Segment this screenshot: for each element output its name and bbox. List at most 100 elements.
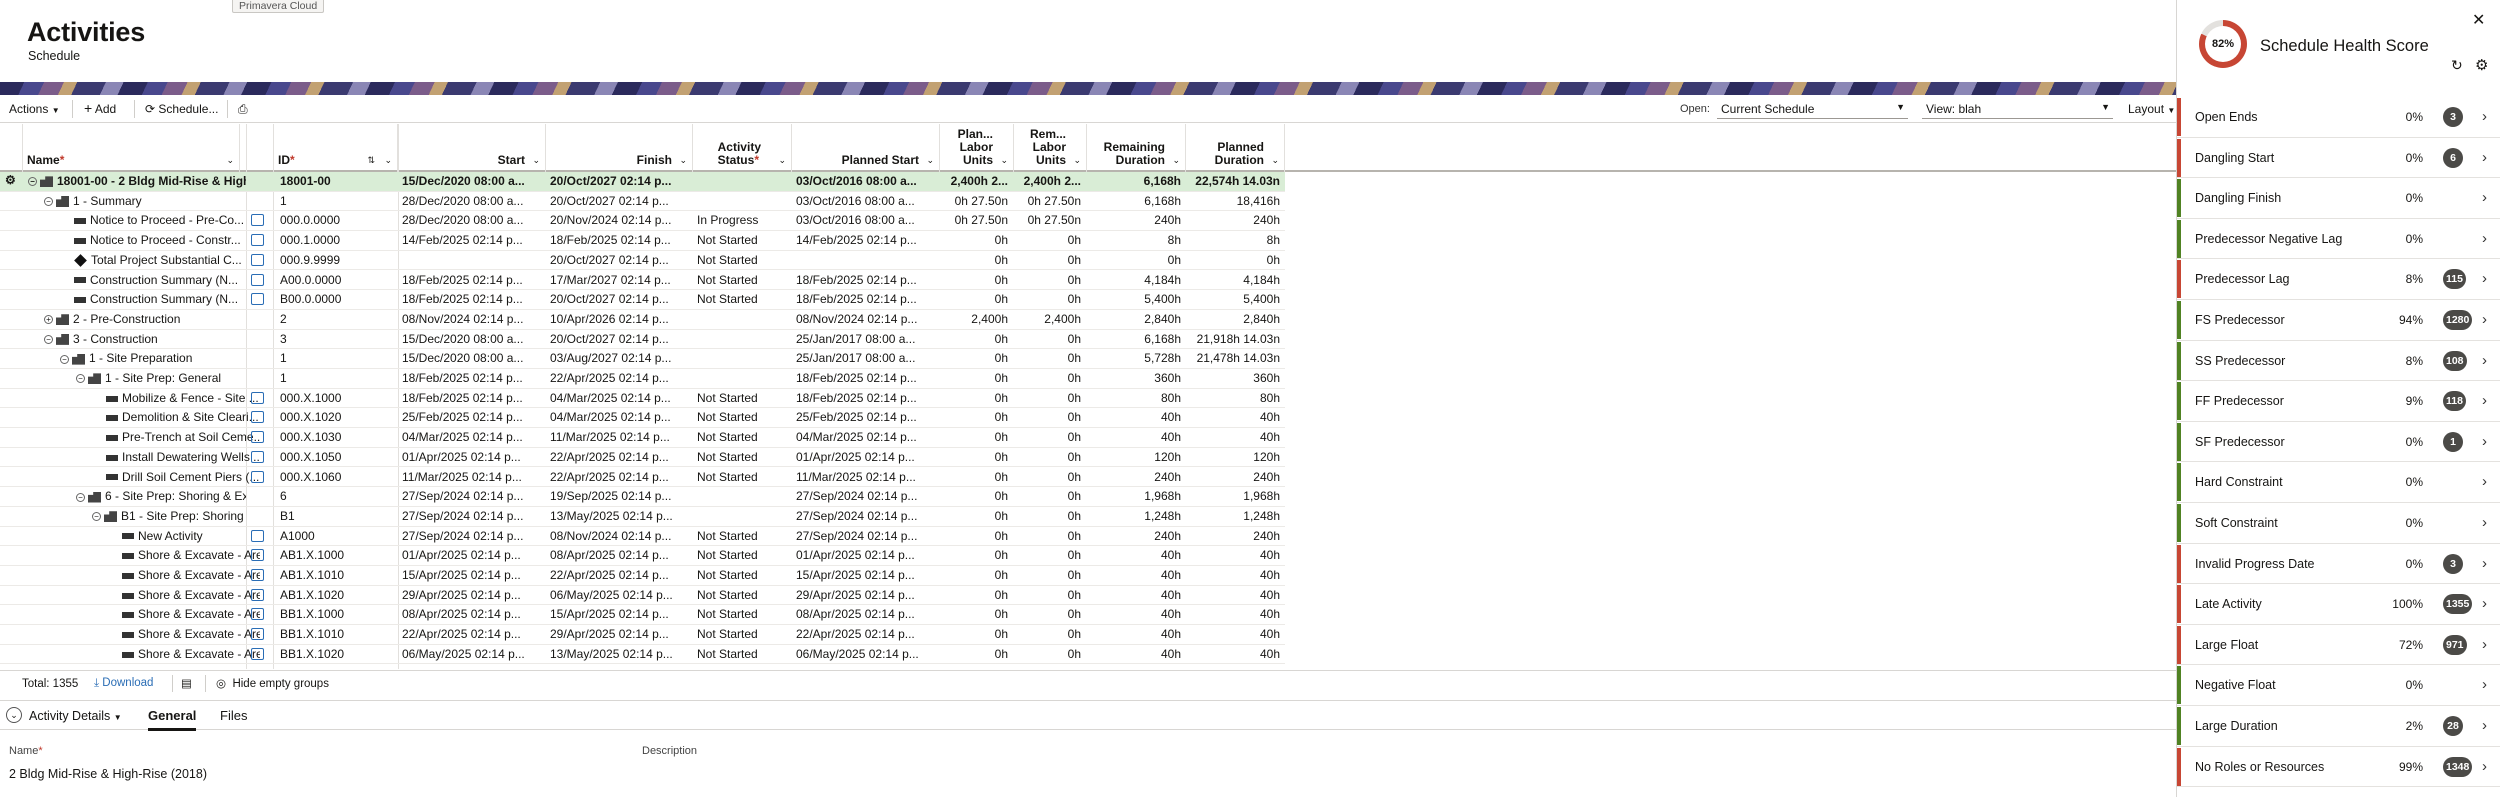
cell-start[interactable]: 18/Feb/2025 02:14 p...	[402, 391, 526, 405]
cell-status[interactable]: Not Started	[697, 568, 785, 582]
cell-pdur[interactable]: 40h	[1188, 588, 1280, 602]
chevron-right-icon[interactable]: ›	[2482, 514, 2487, 531]
activity-name-cell[interactable]: +2 - Pre-Construction	[44, 312, 246, 326]
cell-plabor[interactable]: 0h 27.50n	[942, 213, 1008, 227]
wbs-row[interactable]: − 1 - Site Prep: General 1 18/Feb/2025 02:1…	[0, 369, 1285, 389]
cell-plabor[interactable]: 0h	[942, 509, 1008, 523]
cell-rlabor[interactable]: 0h 27.50n	[1016, 194, 1081, 208]
cell-rdur[interactable]: 40h	[1089, 568, 1181, 582]
cell-status[interactable]: Not Started	[697, 450, 785, 464]
cell-pstart[interactable]: 25/Feb/2025 02:14 p...	[796, 410, 934, 424]
activity-row[interactable]: Construction Summary (N... A00.0.0000 18/F…	[0, 271, 1285, 291]
collapse-icon[interactable]: −	[76, 374, 85, 384]
cell-pdur[interactable]: 8h	[1188, 233, 1280, 247]
health-check-row[interactable]: SF Predecessor 0% 1 ›	[2177, 422, 2500, 463]
cell-pstart[interactable]: 25/Jan/2017 08:00 a...	[796, 351, 934, 365]
cell-start[interactable]: 15/Dec/2020 08:00 a...	[402, 351, 526, 365]
wbs-row[interactable]: ⚙ − 18001-00 - 2 Bldg Mid-Rise & High-... 1…	[0, 172, 1285, 192]
cell-rlabor[interactable]: 0h	[1016, 292, 1081, 306]
cell-pstart[interactable]: 03/Oct/2016 08:00 a...	[796, 213, 934, 227]
activity-row[interactable]: Notice to Proceed - Pre-Co... 000.0.0000 2…	[0, 211, 1285, 232]
cell-pstart[interactable]: 03/Oct/2016 08:00 a...	[796, 174, 934, 188]
cell-pstart[interactable]: 08/Nov/2024 02:14 p...	[796, 312, 934, 326]
cell-pdur[interactable]: 80h	[1188, 391, 1280, 405]
cell-rlabor[interactable]: 0h	[1016, 509, 1081, 523]
chevron-right-icon[interactable]: ›	[2482, 108, 2487, 125]
notebook-icon[interactable]	[251, 391, 264, 404]
health-check-row[interactable]: Late Activity 100% 1355 ›	[2177, 584, 2500, 625]
chevron-down-icon[interactable]: ⌄	[926, 154, 934, 167]
cell-finish[interactable]: 20/Oct/2027 02:14 p...	[550, 332, 674, 346]
milestone-row[interactable]: Total Project Substantial C... 000.9.9999…	[0, 251, 1285, 271]
cell-rlabor[interactable]: 0h	[1016, 607, 1081, 621]
activity-row[interactable]: Pre-Trench at Soil Ceme... 000.X.1030 04/M…	[0, 428, 1285, 448]
cell-plabor[interactable]: 0h	[942, 470, 1008, 484]
cell-id[interactable]: 000.X.1020	[280, 410, 398, 424]
cell-rdur[interactable]: 120h	[1089, 450, 1181, 464]
cell-plabor[interactable]: 0h	[942, 371, 1008, 385]
col-planned-duration-header[interactable]: Planned Duration ⌄	[1186, 124, 1285, 172]
activity-row[interactable]: Demolition & Site Cleari... 000.X.1020 25/…	[0, 408, 1285, 429]
cell-status[interactable]: Not Started	[697, 253, 785, 267]
cell-plabor[interactable]: 0h	[942, 568, 1008, 582]
cell-start[interactable]: 18/Feb/2025 02:14 p...	[402, 292, 526, 306]
cell-rdur[interactable]: 240h	[1089, 529, 1181, 543]
cell-pdur[interactable]: 21,918h 14.03n	[1188, 332, 1280, 346]
cell-pdur[interactable]: 240h	[1188, 213, 1280, 227]
activity-row[interactable]: Shore & Excavate - Are... AB1.X.1010 15/Ap…	[0, 566, 1285, 586]
cell-plabor[interactable]: 0h	[942, 627, 1008, 641]
activity-name-cell[interactable]: − 1 - Summary	[44, 194, 246, 208]
activity-details-menu[interactable]: Activity Details ▼	[29, 709, 122, 723]
health-check-row[interactable]: Predecessor Lag 8% 115 ›	[2177, 259, 2500, 300]
health-check-row[interactable]: Soft Constraint 0% ›	[2177, 503, 2500, 544]
collapse-icon[interactable]: −	[76, 492, 85, 502]
activity-row[interactable]: Construction Summary (N... B00.0.0000 18/F…	[0, 290, 1285, 310]
collapse-details-icon[interactable]: ⌄	[6, 707, 22, 723]
cell-plabor[interactable]: 2,400h	[942, 312, 1008, 326]
chevron-down-icon[interactable]: ⌄	[532, 154, 540, 167]
chevron-down-icon[interactable]: ⌄	[1271, 154, 1279, 167]
cell-start[interactable]: 01/Apr/2025 02:14 p...	[402, 450, 526, 464]
cell-pstart[interactable]: 14/Feb/2025 02:14 p...	[796, 233, 934, 247]
cell-start[interactable]: 14/Feb/2025 02:14 p...	[402, 233, 526, 247]
cell-pdur[interactable]: 240h	[1188, 470, 1280, 484]
col-status-header[interactable]: Activity Status* ⌄	[693, 124, 792, 172]
cell-pdur[interactable]: 1,968h	[1188, 489, 1280, 503]
cell-start[interactable]: 22/Apr/2025 02:14 p...	[402, 627, 526, 641]
cell-id[interactable]: AB1.X.1000	[280, 548, 398, 562]
chevron-down-icon[interactable]: ⌄	[1172, 154, 1180, 167]
chevron-right-icon[interactable]: ›	[2482, 636, 2487, 653]
cell-finish[interactable]: 18/Feb/2025 02:14 p...	[550, 233, 674, 247]
col-id-header[interactable]: ID* ⇅ ⌄	[273, 124, 398, 172]
cell-start[interactable]: 15/Apr/2025 02:14 p...	[402, 568, 526, 582]
activity-name-cell[interactable]: Shore & Excavate - Are...	[122, 548, 260, 562]
tab-files[interactable]: Files	[220, 708, 247, 723]
activity-row[interactable]: Drill Soil Cement Piers (... 000.X.1060 11…	[0, 468, 1285, 488]
chevron-down-icon[interactable]: ⌄	[1073, 154, 1081, 167]
cell-status[interactable]: Not Started	[697, 588, 785, 602]
cell-plabor[interactable]: 0h	[942, 647, 1008, 661]
chevron-down-icon[interactable]: ⌄	[1000, 154, 1008, 167]
notebook-icon[interactable]	[251, 628, 264, 641]
notebook-icon[interactable]	[251, 608, 264, 621]
cell-id[interactable]: A00.0.0000	[280, 273, 398, 287]
cell-id[interactable]: A1000	[280, 529, 398, 543]
notebook-icon[interactable]	[251, 431, 264, 444]
cell-rdur[interactable]: 360h	[1089, 371, 1181, 385]
cell-pdur[interactable]: 21,478h 14.03n	[1188, 351, 1280, 365]
cell-pstart[interactable]: 01/Apr/2025 02:14 p...	[796, 450, 934, 464]
cell-id[interactable]: 000.X.1000	[280, 391, 398, 405]
activity-row[interactable]: Shore & Excavate - Are... BB1.X.1020 06/Ma…	[0, 645, 1285, 665]
activity-name-cell[interactable]: Mobilize & Fence - Site ...	[106, 391, 260, 405]
cell-id[interactable]: BB1.X.1020	[280, 647, 398, 661]
cell-pstart[interactable]: 27/Sep/2024 02:14 p...	[796, 489, 934, 503]
notebook-icon[interactable]	[251, 253, 264, 266]
notebook-icon[interactable]	[251, 569, 264, 581]
cell-rdur[interactable]: 40h	[1089, 548, 1181, 562]
cell-rdur[interactable]: 2,840h	[1089, 312, 1181, 326]
activity-name-cell[interactable]: Total Project Substantial C...	[74, 253, 260, 267]
cell-rlabor[interactable]: 0h	[1016, 627, 1081, 641]
gear-icon[interactable]: ⚙	[2475, 56, 2488, 74]
cell-finish[interactable]: 22/Apr/2025 02:14 p...	[550, 450, 674, 464]
cell-status[interactable]: Not Started	[697, 607, 785, 621]
